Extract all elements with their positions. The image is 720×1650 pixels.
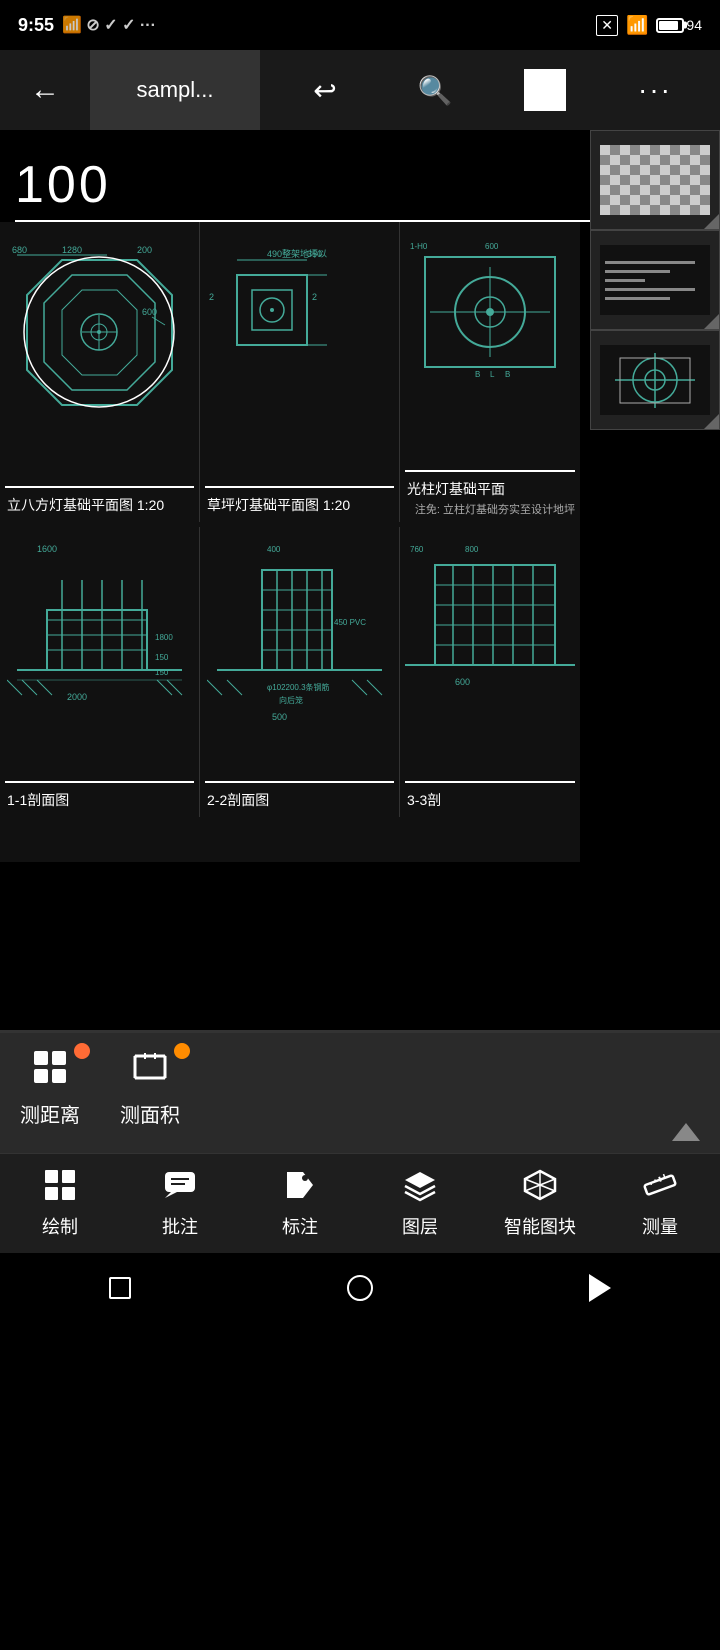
svg-text:2: 2 xyxy=(312,292,317,302)
nav-label[interactable]: 标注 xyxy=(245,1168,355,1239)
svg-text:1280: 1280 xyxy=(62,245,82,255)
sys-home-button[interactable] xyxy=(340,1268,380,1308)
cad-main-area[interactable]: 680 1280 200 xyxy=(0,222,580,862)
drawings-row-2: 1600 xyxy=(0,527,580,817)
nav-measure[interactable]: 测量 xyxy=(605,1168,715,1239)
svg-text:350: 350 xyxy=(307,249,322,259)
status-time: 9:55 📶 ⊘ ✓ ✓ ··· xyxy=(18,15,156,36)
svg-text:1800: 1800 xyxy=(155,633,173,642)
sys-triangle-icon xyxy=(589,1274,611,1302)
tool-panel-inner: 测距离 测面积 xyxy=(20,1048,700,1128)
section-label-3: 3-3剖 xyxy=(405,786,575,812)
svg-text:150: 150 xyxy=(155,653,169,662)
draw-icon xyxy=(43,1168,77,1207)
file-title[interactable]: sampl... xyxy=(90,50,260,130)
drawing-cell-1[interactable]: 680 1280 200 xyxy=(0,222,200,522)
battery-icon xyxy=(656,18,684,33)
chat-icon xyxy=(163,1168,197,1207)
svg-text:φ102200.3条钢筋: φ102200.3条钢筋 xyxy=(267,682,330,692)
panel-arrow[interactable] xyxy=(672,1123,700,1141)
sim-icon: ✕ xyxy=(596,15,618,36)
toolbar: ← sampl... ↩ 🔍 ··· xyxy=(0,50,720,130)
nav-annotate[interactable]: 批注 xyxy=(125,1168,235,1239)
svg-text:800: 800 xyxy=(465,545,479,554)
section-cell-2[interactable]: 400 xyxy=(200,527,400,817)
svg-text:500: 500 xyxy=(272,712,287,722)
toolbar-actions: ↩ 🔍 ··· xyxy=(260,50,720,130)
nav-smartblock[interactable]: 智能图块 xyxy=(485,1168,595,1239)
thumbnail-3[interactable] xyxy=(590,330,720,430)
wifi-icon: 📶 xyxy=(626,15,648,36)
svg-text:B: B xyxy=(475,370,480,379)
drawing-label-1: 立八方灯基础平面图 1:20 xyxy=(5,491,194,517)
nav-draw[interactable]: 绘制 xyxy=(5,1168,115,1239)
theme-button[interactable] xyxy=(518,63,573,118)
status-bar: 9:55 📶 ⊘ ✓ ✓ ··· ✕ 📶 94 xyxy=(0,0,720,50)
back-button[interactable]: ← xyxy=(0,50,90,130)
box3d-icon xyxy=(523,1168,557,1207)
svg-text:1-H0: 1-H0 xyxy=(410,242,428,251)
drawing-viewport[interactable]: 100 xyxy=(0,130,720,910)
section-cell-1[interactable]: 1600 xyxy=(0,527,200,817)
measure-area-icon xyxy=(131,1048,169,1091)
svg-text:760: 760 xyxy=(410,545,424,554)
svg-text:2: 2 xyxy=(209,292,214,302)
sys-square-icon xyxy=(109,1277,131,1299)
nav-layers[interactable]: 图层 xyxy=(365,1168,475,1239)
svg-text:600: 600 xyxy=(142,307,157,317)
svg-text:600: 600 xyxy=(485,242,499,251)
measure-icon xyxy=(643,1168,677,1207)
drawing-sublabel-3: 注免: 立柱灯基础夯实至设计地坪 xyxy=(405,501,575,517)
status-right: ✕ 📶 94 xyxy=(596,15,702,36)
svg-text:680: 680 xyxy=(12,245,27,255)
svg-text:L: L xyxy=(490,370,495,379)
signal-icons: 📶 ⊘ ✓ ✓ ··· xyxy=(62,15,156,35)
tool-panel: 测距离 测面积 xyxy=(0,1033,720,1153)
section-label-2: 2-2剖面图 xyxy=(205,786,394,812)
svg-text:150: 150 xyxy=(155,668,169,677)
section-cell-3[interactable]: 760 800 xyxy=(400,527,580,817)
drawing-label-3: 光柱灯基础平面 xyxy=(405,475,575,501)
svg-text:向后笼: 向后笼 xyxy=(279,695,303,705)
measure-distance-tool[interactable]: 测距离 xyxy=(20,1048,80,1128)
drawings-row-1: 680 1280 200 xyxy=(0,222,580,522)
drawing-cell-2[interactable]: 490整架地坪以 350 2 2 xyxy=(200,222,400,522)
thumbnail-2[interactable] xyxy=(590,230,720,330)
section-label-1: 1-1剖面图 xyxy=(5,786,194,812)
tool-badge-area xyxy=(174,1043,190,1059)
battery-container: 94 xyxy=(656,17,702,33)
tag-icon xyxy=(283,1168,317,1207)
drawing-cell-3[interactable]: 1-H0 600 B L B xyxy=(400,222,580,522)
layers-icon xyxy=(403,1168,437,1207)
tool-badge-distance xyxy=(74,1043,90,1059)
measure-distance-icon xyxy=(31,1048,69,1091)
undo-button[interactable]: ↩ xyxy=(298,63,353,118)
svg-text:400: 400 xyxy=(267,545,281,554)
bottom-nav: 绘制 批注 标注 xyxy=(0,1153,720,1253)
sys-square-button[interactable] xyxy=(100,1268,140,1308)
sys-circle-icon xyxy=(347,1275,373,1301)
system-nav xyxy=(0,1253,720,1323)
svg-text:450 PVC: 450 PVC xyxy=(334,618,366,627)
svg-text:B: B xyxy=(505,370,510,379)
svg-text:1600: 1600 xyxy=(37,544,57,554)
svg-text:2000: 2000 xyxy=(67,692,87,702)
search-button[interactable]: 🔍 xyxy=(408,63,463,118)
svg-text:600: 600 xyxy=(455,677,470,687)
thumbnail-panel[interactable] xyxy=(590,130,720,430)
sys-back-button[interactable] xyxy=(580,1268,620,1308)
thumbnail-1[interactable] xyxy=(590,130,720,230)
svg-text:200: 200 xyxy=(137,245,152,255)
measure-area-tool[interactable]: 测面积 xyxy=(120,1048,180,1128)
drawing-label-2: 草坪灯基础平面图 1:20 xyxy=(205,491,394,517)
more-button[interactable]: ··· xyxy=(628,63,683,118)
empty-area xyxy=(0,910,720,1030)
